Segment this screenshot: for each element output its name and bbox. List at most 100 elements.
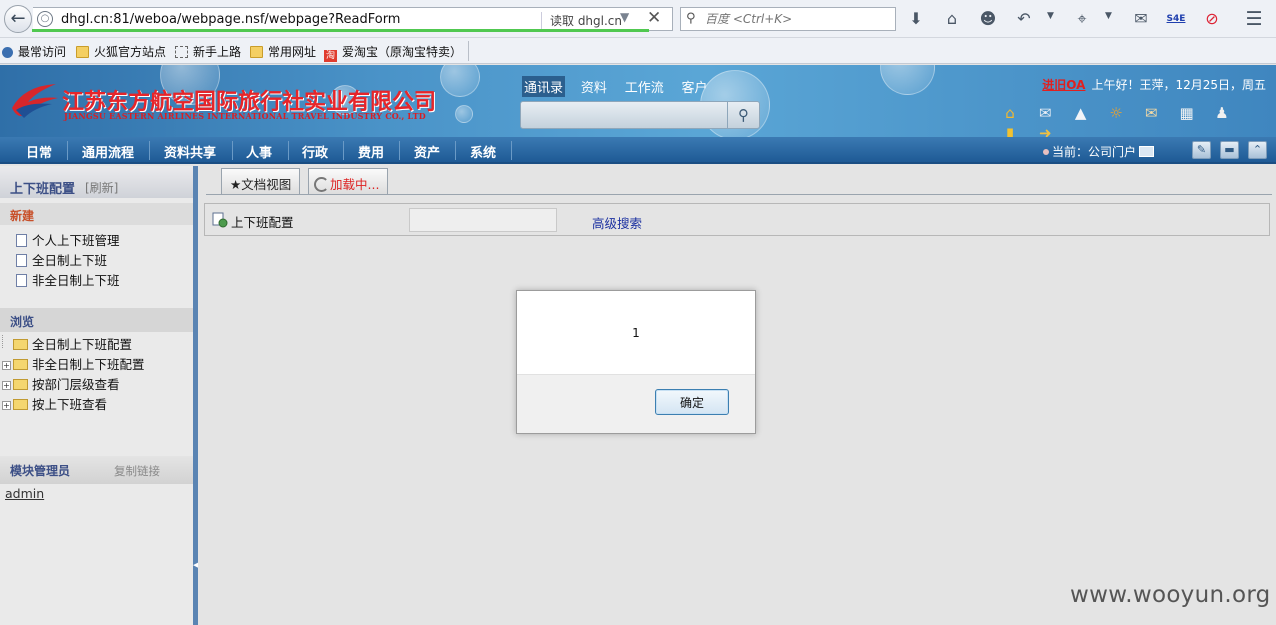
airline-logo-icon: [12, 84, 58, 118]
nav-divider: [288, 141, 289, 160]
tab-customers[interactable]: 客户: [680, 76, 710, 97]
calendar-icon[interactable]: ▦: [1175, 103, 1199, 123]
menu-icon[interactable]: ☰: [1243, 8, 1265, 30]
sidebar-title: 上下班配置: [10, 182, 76, 197]
globe-icon: ○: [37, 11, 53, 27]
no-entry-icon[interactable]: ⊘: [1201, 8, 1223, 30]
tree-item-by-shift[interactable]: + 按上下班查看: [2, 394, 107, 413]
folder-icon: [13, 339, 28, 350]
edit-pen-icon[interactable]: ✎: [1192, 141, 1211, 159]
nav-divider: [455, 141, 456, 160]
users-icon[interactable]: ♟: [1210, 103, 1234, 123]
bookmark-firefox-site[interactable]: 火狐官方站点: [76, 43, 166, 59]
header-search-input[interactable]: [525, 105, 725, 125]
sun-icon[interactable]: ☼: [1104, 103, 1128, 123]
bookmarks-bar: 最常访问 火狐官方站点 新手上路 常用网址 淘爱淘宝（原淘宝特卖）: [0, 38, 1276, 64]
form-search-input[interactable]: [409, 208, 557, 232]
page-outline-icon: [175, 46, 188, 58]
search-icon[interactable]: ⚲: [727, 102, 759, 128]
document-icon: [16, 234, 27, 247]
tree-item-by-department[interactable]: + 按部门层级查看: [2, 374, 120, 393]
notebook-icon[interactable]: ▮: [998, 123, 1022, 137]
collapse-up-icon[interactable]: ⌃: [1248, 141, 1267, 159]
nav-divider: [149, 141, 150, 160]
tab-underline: [206, 194, 1272, 195]
search-bar[interactable]: ⚲: [680, 7, 896, 31]
sidebar-item-personal-shift[interactable]: 个人上下班管理: [16, 230, 120, 249]
tree-item-fulltime-config[interactable]: 全日制上下班配置: [2, 334, 132, 353]
speech-bubble-icon[interactable]: ✉: [1130, 8, 1152, 30]
back-arrow-icon[interactable]: ←: [4, 5, 32, 33]
monitor-icon[interactable]: [1139, 146, 1155, 157]
expand-plus-icon[interactable]: +: [2, 401, 11, 410]
sidebar-item-fulltime-shift[interactable]: 全日制上下班: [16, 250, 107, 269]
refresh-link[interactable]: [刷新]: [85, 179, 118, 196]
form-title: 上下班配置: [231, 215, 294, 230]
tab-contacts[interactable]: 通讯录: [522, 76, 566, 97]
nav-system[interactable]: 系统: [470, 142, 496, 161]
header-search: ⚲: [520, 101, 760, 129]
bubble-decoration: [880, 65, 935, 95]
tab-materials[interactable]: 资料: [579, 76, 609, 97]
crop-icon[interactable]: ⌖: [1071, 8, 1093, 30]
nav-daily[interactable]: 日常: [26, 142, 52, 161]
section-new: 新建: [0, 203, 193, 225]
bookmark-aitaobao[interactable]: 淘爱淘宝（原淘宝特卖）: [324, 43, 462, 62]
undo-dropdown-icon[interactable]: ▼: [1047, 11, 1054, 21]
tab-document-view[interactable]: ★文档视图: [221, 168, 301, 195]
nav-admin[interactable]: 行政: [302, 142, 328, 161]
home-icon[interactable]: ⌂: [998, 103, 1022, 123]
company-name-en: JIANGSU EASTERN AIRLINES INTERNATIONAL T…: [64, 111, 426, 121]
s4e-icon[interactable]: S4E: [1165, 8, 1187, 30]
folder-icon: [13, 399, 28, 410]
nav-data-sharing[interactable]: 资料共享: [164, 142, 216, 161]
page-load-progress: [32, 29, 649, 32]
folder-icon: [13, 379, 28, 390]
nav-assets[interactable]: 资产: [414, 142, 440, 161]
minimize-icon[interactable]: ▬: [1220, 141, 1239, 159]
url-bar[interactable]: ○ dhgl.cn:81/weboa/webpage.nsf/webpage?R…: [32, 7, 673, 32]
nav-divider: [232, 141, 233, 160]
form-config-icon: [212, 212, 228, 228]
greeting: 进旧OA 上午好！王萍，12月25日，周五: [1042, 76, 1266, 93]
ok-button[interactable]: 确定: [655, 389, 729, 415]
chat-face-icon[interactable]: ☻: [977, 8, 999, 30]
search-icon: ⚲: [686, 11, 696, 26]
undo-icon[interactable]: ↶: [1013, 8, 1035, 30]
logout-door-icon[interactable]: ➜: [1033, 123, 1057, 137]
bookmark-getting-started[interactable]: 新手上路: [175, 43, 241, 59]
crop-dropdown-icon[interactable]: ▼: [1105, 11, 1112, 21]
tab-workflow[interactable]: 工作流: [623, 76, 666, 97]
search-input[interactable]: [705, 10, 891, 28]
admin-user-link[interactable]: admin: [5, 486, 44, 501]
nav-common-process[interactable]: 通用流程: [82, 142, 134, 161]
bookmark-common-sites[interactable]: 常用网址: [250, 43, 316, 59]
tree-item-parttime-config[interactable]: + 非全日制上下班配置: [2, 354, 145, 373]
stop-icon[interactable]: ✕: [647, 8, 661, 28]
expand-plus-icon[interactable]: +: [2, 361, 11, 370]
dropdown-arrow-icon[interactable]: ▼: [620, 10, 629, 24]
download-icon[interactable]: ⬇: [905, 8, 927, 30]
expand-plus-icon[interactable]: +: [2, 381, 11, 390]
site-header: 江苏东方航空国际旅行社实业有限公司 JIANGSU EASTERN AIRLIN…: [0, 65, 1276, 137]
section-browse: 浏览: [0, 308, 193, 332]
bookmark-most-visited[interactable]: 最常访问: [2, 43, 66, 59]
sidebar-item-parttime-shift[interactable]: 非全日制上下班: [16, 270, 120, 289]
folder-icon: [13, 359, 28, 370]
tree-line: [2, 335, 11, 348]
nav-hr[interactable]: 人事: [246, 142, 272, 161]
tab-loading[interactable]: 加载中...: [308, 168, 389, 195]
nav-expenses[interactable]: 费用: [358, 142, 384, 161]
reader-view-label[interactable]: 读取 dhgl.cn: [541, 12, 622, 29]
url-text[interactable]: dhgl.cn:81/weboa/webpage.nsf/webpage?Rea…: [61, 12, 400, 27]
form-toolbar: 上下班配置 高级搜索: [204, 203, 1270, 236]
envelope-icon[interactable]: ✉: [1139, 103, 1163, 123]
copy-link[interactable]: 复制链接: [114, 463, 160, 479]
loading-spinner-icon: [314, 177, 329, 192]
current-location: 当前：公司门户: [1043, 143, 1155, 160]
advanced-search-link[interactable]: 高级搜索: [592, 213, 642, 232]
shirt-icon[interactable]: ▲: [1069, 103, 1093, 123]
old-oa-link[interactable]: 进旧OA: [1042, 78, 1085, 92]
home-icon[interactable]: ⌂: [941, 8, 963, 30]
mail-icon[interactable]: ✉: [1033, 103, 1057, 123]
